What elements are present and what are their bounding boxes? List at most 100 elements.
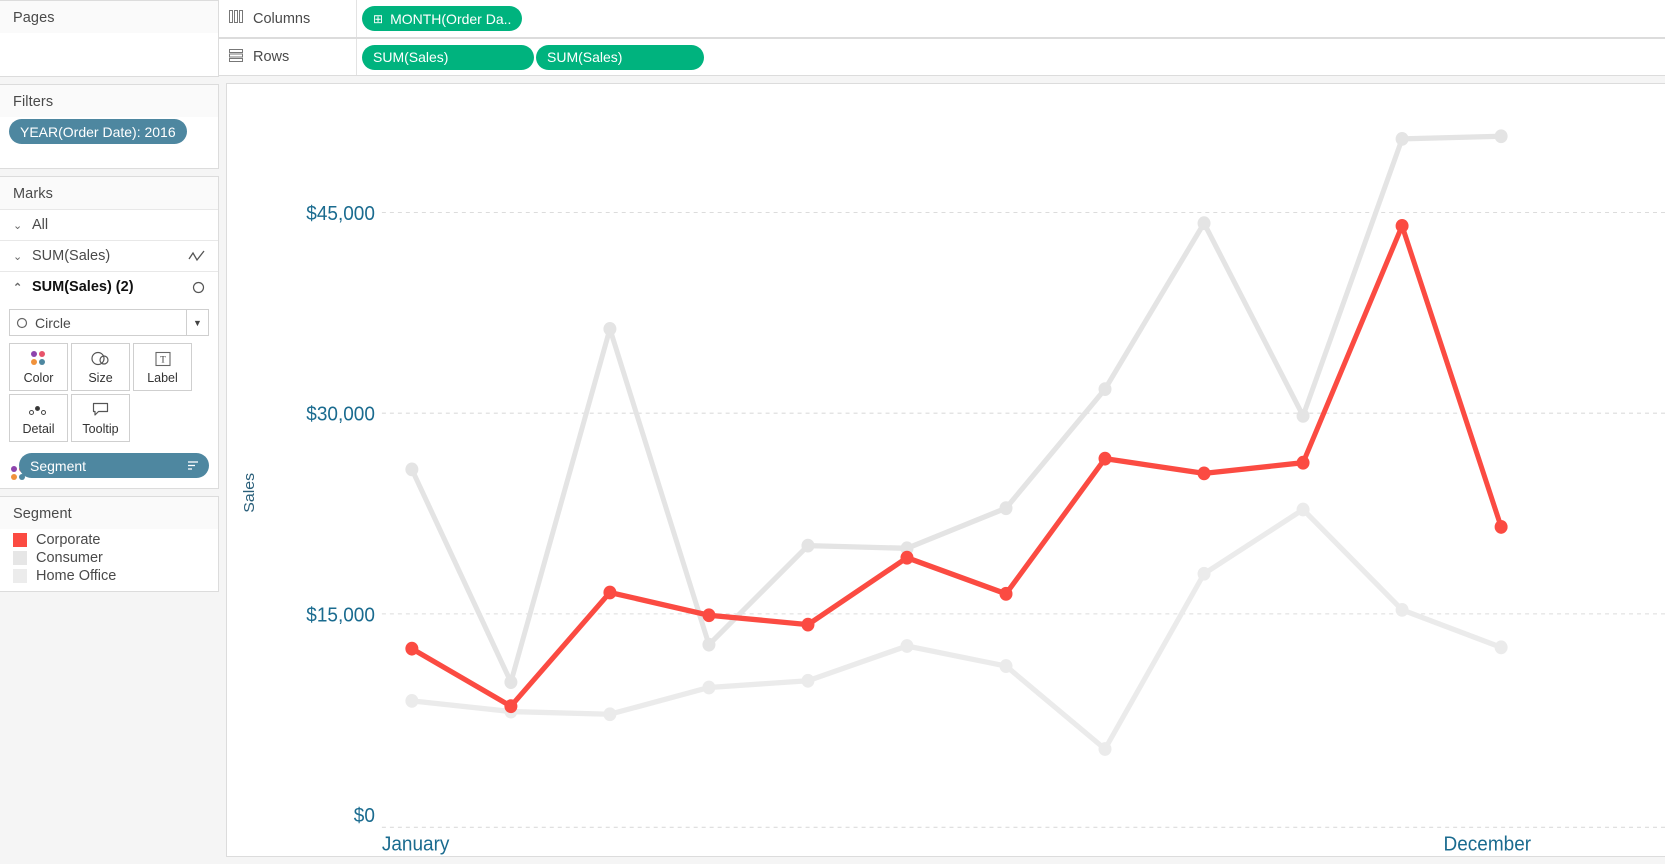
data-point[interactable] [702, 637, 716, 652]
marks-row-sum-sales-label: SUM(Sales) [32, 248, 111, 264]
detail-icon [29, 400, 48, 419]
data-point[interactable] [1098, 742, 1112, 756]
legend-title: Segment [0, 497, 218, 529]
data-point[interactable] [1395, 602, 1409, 617]
line-chart-icon [188, 250, 205, 262]
label-button[interactable]: T Label [133, 343, 192, 391]
worksheet-area: Columns ⊞ MONTH(Order Da.. Rows SUM(Sale… [219, 0, 1665, 864]
pages-card-title: Pages [0, 1, 218, 33]
legend-swatch-home-office [13, 569, 27, 583]
size-button[interactable]: Size [71, 343, 130, 391]
data-point[interactable] [900, 639, 914, 653]
filter-pill-year-order-date[interactable]: YEAR(Order Date): 2016 [9, 119, 187, 144]
columns-shelf-dropzone[interactable]: ⊞ MONTH(Order Da.. [357, 6, 1665, 31]
detail-button[interactable]: Detail [9, 394, 68, 442]
tooltip-button-label: Tooltip [82, 422, 119, 436]
data-point[interactable] [1197, 466, 1211, 481]
y-axis-tick-label: $0 [354, 805, 375, 828]
legend-item-consumer[interactable]: Consumer [0, 549, 218, 567]
line-chart[interactable]: $0 $15,000 $30,000 $45,000 Sales January Decem… [227, 84, 1665, 856]
data-point[interactable] [702, 608, 716, 623]
data-point[interactable] [999, 501, 1013, 516]
pages-card-dropzone[interactable] [0, 33, 218, 43]
data-point[interactable] [1098, 451, 1112, 466]
series-line [409, 223, 1504, 709]
columns-pill-label: MONTH(Order Da.. [390, 10, 512, 27]
legend-items: Corporate Consumer Home Office [0, 529, 218, 591]
data-point[interactable] [1197, 216, 1211, 231]
rows-shelf-label: Rows [253, 49, 290, 65]
rows-pill-sum-sales-1[interactable]: SUM(Sales) [362, 44, 534, 70]
rows-pill-sum-sales-2[interactable]: SUM(Sales) [536, 44, 704, 70]
marks-card: Marks ⌄ All ⌄ SUM(Sales) ⌃ SUM(Sales) (2… [0, 176, 219, 489]
series-line [409, 133, 1504, 685]
sort-icon[interactable] [187, 460, 199, 471]
data-point[interactable] [999, 659, 1013, 673]
color-dots-icon [31, 349, 46, 368]
data-point[interactable] [801, 673, 815, 688]
data-point[interactable] [1197, 566, 1211, 581]
data-point[interactable] [405, 641, 419, 656]
marks-row-all[interactable]: ⌄ All [0, 209, 218, 240]
tooltip-button[interactable]: Tooltip [71, 394, 130, 442]
data-point[interactable] [801, 538, 815, 553]
columns-shelf-label: Columns [253, 10, 311, 27]
label-button-label: Label [147, 371, 178, 385]
label-icon: T [154, 349, 171, 368]
y-axis-tick-label: $15,000 [306, 604, 375, 627]
mark-type-select[interactable]: Circle ▼ [9, 309, 209, 336]
marks-card-title: Marks [0, 177, 218, 209]
size-icon [90, 349, 111, 368]
data-point[interactable] [504, 675, 518, 690]
data-point[interactable] [999, 586, 1013, 601]
legend-item-corporate[interactable]: Corporate [0, 531, 218, 549]
columns-shelf[interactable]: Columns ⊞ MONTH(Order Da.. [219, 0, 1665, 38]
data-point[interactable] [702, 680, 716, 695]
data-point[interactable] [405, 693, 419, 708]
marks-row-sum-sales[interactable]: ⌄ SUM(Sales) [0, 240, 218, 271]
visualization-canvas[interactable]: $0 $15,000 $30,000 $45,000 Sales January Decem… [226, 83, 1665, 857]
data-point[interactable] [405, 462, 419, 477]
x-axis-tick-label-first: January [382, 833, 450, 856]
data-point[interactable] [603, 585, 617, 600]
chevron-down-icon: ⌄ [13, 219, 23, 232]
legend-item-home-office[interactable]: Home Office [0, 567, 218, 585]
chevron-down-icon[interactable]: ▼ [186, 310, 208, 335]
data-point[interactable] [1494, 520, 1508, 534]
data-point[interactable] [1296, 408, 1310, 423]
rows-shelf-dropzone[interactable]: SUM(Sales) SUM(Sales) [357, 44, 1665, 70]
data-point[interactable] [504, 699, 518, 714]
series-consumer[interactable] [405, 129, 1508, 690]
data-point[interactable] [1296, 502, 1310, 517]
encoding-pill-segment-label: Segment [30, 457, 87, 474]
x-axis-tick-label-last: December [1444, 833, 1532, 856]
columns-pill-month-order-date[interactable]: ⊞ MONTH(Order Da.. [362, 6, 523, 31]
marks-row-sum-sales-2[interactable]: ⌃ SUM(Sales) (2) [0, 271, 218, 302]
encoding-pill-segment[interactable]: Segment [19, 453, 209, 478]
size-button-label: Size [88, 371, 113, 385]
filters-card-dropzone[interactable]: YEAR(Order Date): 2016 [0, 117, 218, 154]
color-button[interactable]: Color [9, 343, 68, 391]
legend-label-home-office: Home Office [36, 568, 117, 584]
data-point[interactable] [801, 617, 815, 632]
data-point[interactable] [1098, 382, 1112, 397]
marks-row-all-label: All [32, 217, 49, 233]
y-axis-title: Sales [241, 473, 257, 513]
marks-encoding-buttons: Color Size T Label Detail Tooltip [9, 343, 209, 442]
data-point[interactable] [603, 321, 617, 336]
rows-shelf[interactable]: Rows SUM(Sales) SUM(Sales) [219, 38, 1665, 76]
data-point[interactable] [1494, 129, 1508, 144]
color-button-label: Color [23, 371, 54, 385]
plus-box-icon[interactable]: ⊞ [373, 12, 383, 26]
data-point[interactable] [603, 707, 617, 722]
series-home-office[interactable] [405, 502, 1508, 756]
data-point[interactable] [1296, 455, 1310, 470]
data-point[interactable] [1494, 640, 1508, 655]
data-point[interactable] [900, 550, 914, 565]
legend-swatch-consumer [13, 551, 27, 565]
rows-shelf-label-group: Rows [219, 39, 357, 75]
data-point[interactable] [1395, 218, 1409, 233]
detail-button-label: Detail [22, 422, 55, 436]
pages-card: Pages [0, 0, 219, 77]
data-point[interactable] [1395, 131, 1409, 146]
